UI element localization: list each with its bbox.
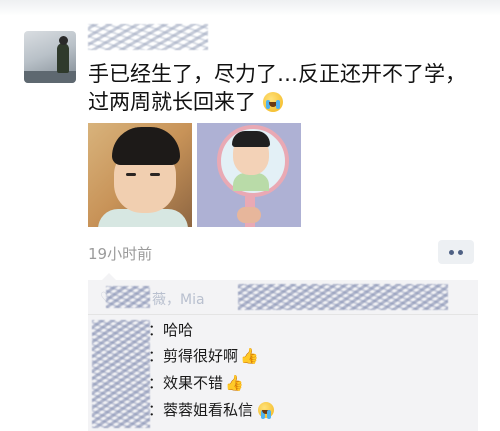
comment-box: ♡ 薇，Mia ：哈哈 ：剪得很好啊👍 ：效果不错👍 ：蓉蓉姐看私信 [88,273,478,431]
redacted-like-names [238,284,448,310]
top-shadow [0,0,500,16]
comment-2-text: ：剪得很好啊 [148,347,239,365]
photo-2-hair [232,131,270,147]
comment-1-text: ：哈哈 [148,321,194,339]
avatar-figure-head [59,36,68,45]
avatar-ground [24,71,76,83]
post-text-line-2-text: 过两周就长回来了 [88,90,256,114]
moments-post: 手已经生了，尽力了…反正还开不了学， 过两周就长回来了 19小时前 ♡ 薇，Mi… [0,0,500,431]
comment-2[interactable]: ：剪得很好啊 👍 [148,345,259,366]
thumbs-up-icon: 👍 [240,347,259,365]
photo-1-eye-right [150,173,160,176]
thumbs-up-icon: 👍 [225,374,244,392]
comment-4[interactable]: ：蓉蓉姐看私信 [148,399,274,420]
redacted-username[interactable] [88,24,208,50]
post-text: 手已经生了，尽力了…反正还开不了学， 过两周就长回来了 [88,60,483,116]
post-time: 19小时前 [88,245,153,263]
avatar-figure [57,43,69,73]
comment-3-text: ：效果不错 [148,374,224,392]
photo-2-hand [237,207,261,223]
post-text-line-2: 过两周就长回来了 [88,88,483,116]
photo-1-hair [112,127,180,165]
comment-4-text: ：蓉蓉姐看私信 [148,401,254,419]
photo-1-eye-left [126,173,136,176]
crying-laughing-emoji-icon [257,402,274,419]
redacted-like-name-1 [106,286,150,308]
likes-names[interactable]: 薇，Mia [152,289,205,309]
crying-laughing-emoji-icon [262,92,283,112]
likes-row: ♡ 薇，Mia [88,280,478,315]
redacted-commenters [92,320,150,428]
avatar[interactable] [24,31,76,83]
post-text-line-1: 手已经生了，尽力了…反正还开不了学， [88,62,466,86]
photo-2-shirt [233,173,269,191]
photo-child-closeup[interactable] [88,123,192,227]
comment-3[interactable]: ：效果不错 👍 [148,372,244,393]
comment-1[interactable]: ：哈哈 [148,319,193,340]
photo-child-in-mirror[interactable] [197,123,301,227]
more-icon[interactable] [438,240,474,264]
